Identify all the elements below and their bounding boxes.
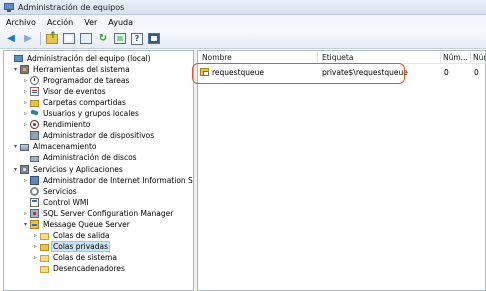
gear-icon xyxy=(30,187,39,196)
tree-item-outgoing-queues[interactable]: ▹ Colas de salida xyxy=(32,230,111,241)
expand-arrow-icon[interactable]: ▹ xyxy=(22,110,29,117)
tree-item-triggers[interactable]: Desencadenadores xyxy=(32,263,126,274)
tree-item-performance[interactable]: ▹ Rendimiento xyxy=(22,119,91,130)
column-header-name[interactable]: Nombre xyxy=(202,53,232,62)
menu-archivo[interactable]: Archivo xyxy=(6,18,36,27)
tree-item-iis-manager[interactable]: ▹ Administrador de Internet Information … xyxy=(22,175,193,186)
computer-icon xyxy=(14,55,23,62)
export-list-icon[interactable] xyxy=(113,32,127,46)
tree-item-services[interactable]: Servicios xyxy=(22,186,78,197)
expand-arrow-icon[interactable]: ▹ xyxy=(22,77,29,84)
menu-ayuda[interactable]: Ayuda xyxy=(108,18,133,27)
collapse-arrow-icon[interactable]: ▾ xyxy=(12,143,19,150)
tree-item-private-queues[interactable]: ▹ Colas privadas xyxy=(32,241,111,252)
tree-item-local-users-groups[interactable]: ▹ Usuarios y grupos locales xyxy=(22,108,140,119)
expand-arrow-icon[interactable]: ▹ xyxy=(32,232,39,239)
window-title: Administración de equipos xyxy=(18,2,125,12)
collapse-arrow-icon[interactable]: ▾ xyxy=(12,66,19,73)
menu-bar: Archivo Acción Ver Ayuda xyxy=(0,15,486,29)
performance-icon xyxy=(30,120,39,129)
folder-icon xyxy=(40,254,49,262)
shared-folder-icon xyxy=(30,99,39,107)
column-header-label[interactable]: Etiqueta xyxy=(322,53,353,62)
queue-count-2: 0 xyxy=(474,68,479,77)
triggers-icon xyxy=(40,265,49,273)
tree-item-computer-management[interactable]: Administración del equipo (local) xyxy=(6,53,152,64)
tree-item-storage[interactable]: ▾ Almacenamiento xyxy=(12,141,98,152)
tree-item-task-scheduler[interactable]: ▹ Programador de tareas xyxy=(22,75,130,86)
tree-item-device-manager[interactable]: Administrador de dispositivos xyxy=(22,130,155,141)
computer-management-icon xyxy=(4,2,14,12)
collapse-arrow-icon[interactable]: ▾ xyxy=(12,166,19,173)
menu-ver[interactable]: Ver xyxy=(84,18,97,27)
expand-arrow-icon[interactable]: ▹ xyxy=(32,243,39,250)
expand-arrow-icon[interactable]: ▹ xyxy=(22,99,29,106)
refresh-icon[interactable]: ↻ xyxy=(96,32,110,46)
expand-arrow-icon[interactable]: ▹ xyxy=(22,210,29,217)
title-bar[interactable]: Administración de equipos xyxy=(0,0,486,15)
highlight-ring xyxy=(192,63,405,84)
message-queue-icon xyxy=(30,220,39,229)
tools-icon xyxy=(20,65,29,74)
tree-item-services-applications[interactable]: ▾ Servicios y Aplicaciones xyxy=(12,164,124,175)
forward-arrow-icon[interactable]: ▶ xyxy=(21,32,35,46)
properties-icon[interactable] xyxy=(79,32,93,46)
services-apps-icon xyxy=(20,165,29,174)
queue-count-1: 0 xyxy=(444,68,449,77)
folder-icon xyxy=(40,232,49,240)
sql-server-icon xyxy=(30,209,39,218)
expand-arrow-icon[interactable]: ▹ xyxy=(22,88,29,95)
collapse-arrow-icon[interactable]: ▾ xyxy=(22,221,29,228)
tree-item-event-viewer[interactable]: ▹ Visor de eventos xyxy=(22,86,107,97)
expand-arrow-icon[interactable]: ▹ xyxy=(22,177,29,184)
tree-item-system-queues[interactable]: ▹ Colas de sistema xyxy=(32,252,118,263)
column-divider[interactable] xyxy=(317,52,318,63)
tree-item-wmi-control[interactable]: Control WMI xyxy=(22,197,90,208)
column-divider[interactable] xyxy=(440,52,441,63)
wmi-icon xyxy=(30,198,39,207)
users-icon xyxy=(30,109,39,118)
tree-item-shared-folders[interactable]: ▹ Carpetas compartidas xyxy=(22,97,127,108)
disk-icon xyxy=(30,155,39,162)
iis-icon xyxy=(30,176,39,185)
tree-item-system-tools[interactable]: ▾ Herramientas del sistema xyxy=(12,64,131,75)
tree-item-sql-server-config[interactable]: ▹ SQL Server Configuration Manager xyxy=(22,208,174,219)
console-tree[interactable]: Administración del equipo (local) ▾ Herr… xyxy=(3,50,194,291)
column-header-count-1[interactable]: Núm... xyxy=(443,53,468,62)
toolbar-separator xyxy=(40,32,41,45)
tree-item-disk-management[interactable]: Administración de discos xyxy=(22,152,138,163)
expand-arrow-icon[interactable]: ▹ xyxy=(22,121,29,128)
tree-item-message-queue-server[interactable]: ▾ Message Queue Server xyxy=(22,219,131,230)
folder-icon xyxy=(40,243,49,251)
storage-icon xyxy=(20,143,29,151)
event-viewer-icon xyxy=(30,87,39,96)
device-manager-icon xyxy=(30,131,39,140)
results-list[interactable]: Nombre Etiqueta Núm... Núm... requestque… xyxy=(197,50,486,291)
up-folder-icon[interactable] xyxy=(45,32,59,46)
help-icon[interactable]: ? xyxy=(130,32,144,46)
column-header-count-2[interactable]: Núm... xyxy=(473,53,485,62)
menu-accion[interactable]: Acción xyxy=(47,18,73,27)
back-arrow-icon[interactable]: ◀ xyxy=(4,32,18,46)
show-hide-console-tree-icon[interactable] xyxy=(62,32,76,46)
column-divider[interactable] xyxy=(470,52,471,63)
clock-icon xyxy=(30,76,39,85)
toolbar: ◀ ▶ ↻ ? xyxy=(0,29,486,49)
action-pane-icon[interactable] xyxy=(147,32,161,46)
expand-arrow-icon[interactable]: ▹ xyxy=(32,254,39,261)
